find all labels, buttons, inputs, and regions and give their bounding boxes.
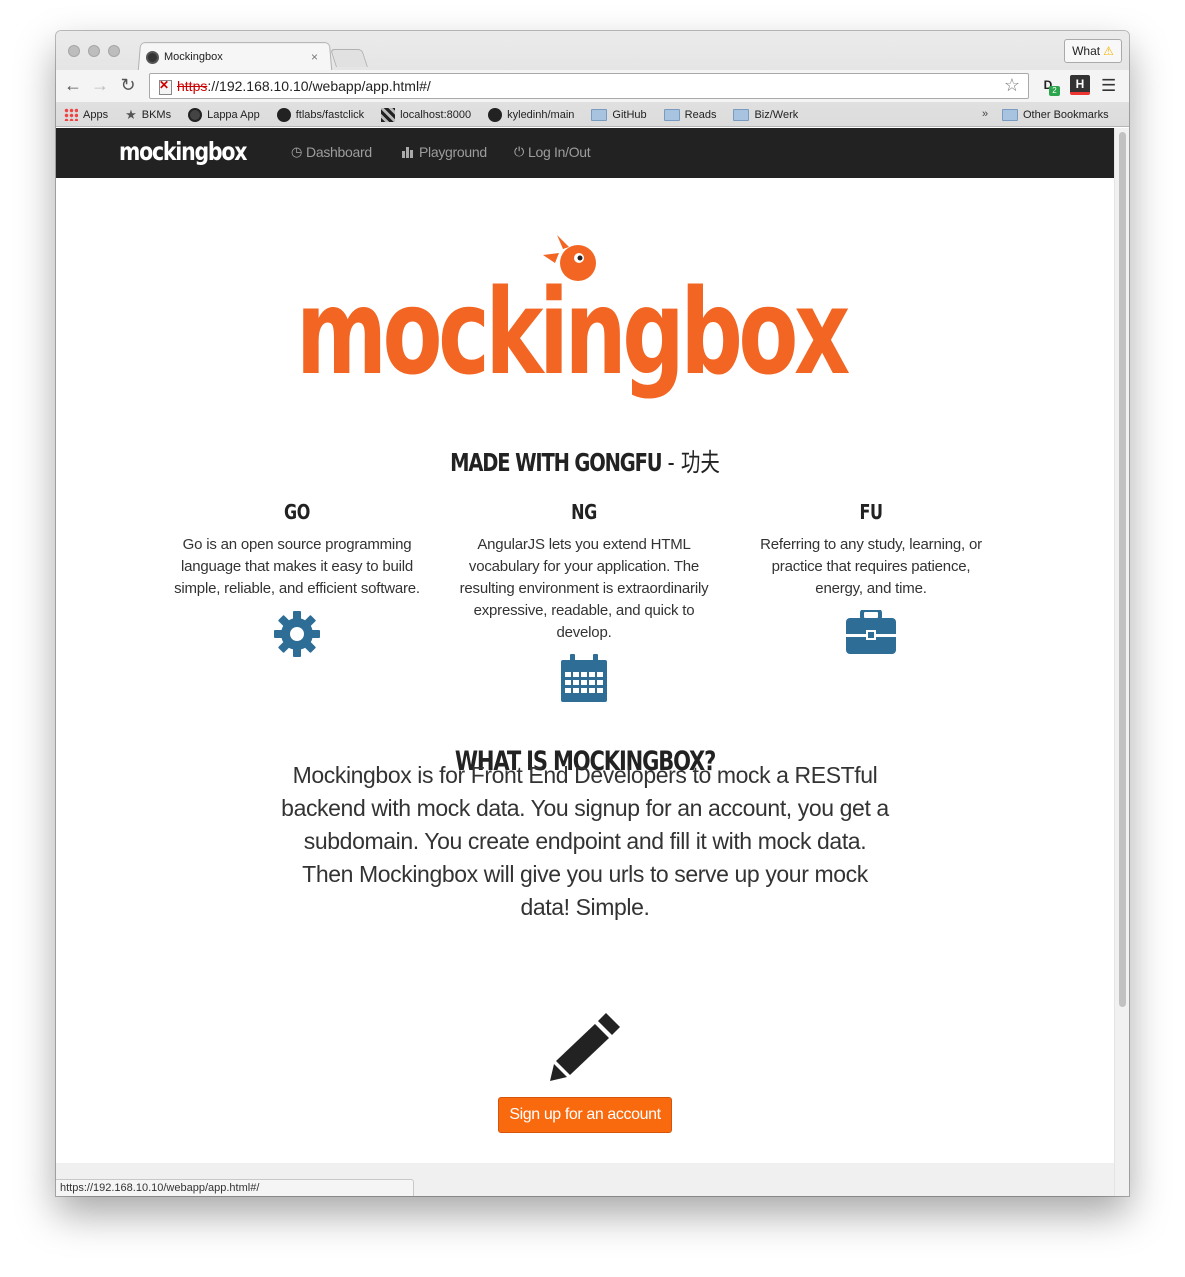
nav-label: Dashboard — [306, 144, 372, 160]
bookmarks-overflow-icon[interactable]: » — [982, 108, 988, 120]
browser-toolbar: ← → ↻ https ://192.168.10.10/webapp/app.… — [56, 70, 1129, 102]
favicon-icon — [146, 50, 159, 64]
bar-chart-icon — [402, 147, 413, 158]
bookmark-label: Lappa App — [207, 108, 260, 121]
bookmark-apps[interactable]: Apps — [64, 108, 108, 121]
dashboard-icon: ◷ — [291, 144, 303, 159]
back-arrow-icon[interactable]: ← — [63, 75, 83, 96]
bookmark-fastclick[interactable]: ftlabs/fastclick — [276, 107, 365, 122]
minimize-window-button[interactable] — [88, 45, 100, 57]
bookmark-bkms[interactable]: ★ BKMs — [125, 107, 171, 123]
bookmark-label: kyledinh/main — [507, 108, 575, 121]
bookmark-reads[interactable]: Reads — [663, 108, 717, 121]
what-button[interactable]: What ⚠ — [1064, 39, 1122, 63]
column-title: NG — [571, 500, 597, 524]
zoom-window-button[interactable] — [108, 45, 120, 57]
signup-button[interactable]: Sign up for an account — [498, 1097, 672, 1133]
bookmark-label: GitHub — [612, 108, 647, 121]
bookmark-other[interactable]: Other Bookmarks — [1002, 102, 1109, 127]
calendar-icon — [459, 654, 709, 702]
warning-icon: ⚠ — [1103, 44, 1114, 58]
column-text: AngularJS lets you extend HTML vocabular… — [459, 536, 709, 641]
gear-icon — [172, 610, 422, 658]
star-icon: ★ — [125, 106, 137, 122]
bookmark-lappa-app[interactable]: Lappa App — [188, 107, 260, 122]
column-go: GO Go is an open source programming lang… — [172, 500, 422, 658]
new-tab-button[interactable] — [330, 49, 368, 67]
pencil-icon — [550, 1013, 620, 1081]
page-scrollbar[interactable] — [1114, 128, 1129, 1196]
extension-badge: 2 — [1049, 86, 1060, 96]
browser-tab-content[interactable]: Mockingbox × — [146, 47, 326, 67]
bookmark-kyledinh[interactable]: kyledinh/main — [488, 107, 575, 122]
nav-playground[interactable]: Playground — [402, 144, 487, 160]
lappa-icon — [188, 107, 203, 122]
url-path: ://192.168.10.10/webapp/app.html#/ — [207, 78, 431, 94]
bookmark-star-icon[interactable]: ☆ — [1004, 75, 1020, 96]
bookmark-label: Reads — [684, 108, 717, 121]
bookmark-localhost[interactable]: localhost:8000 — [381, 107, 472, 122]
url-scheme: https — [177, 78, 208, 94]
bookmark-label: Other Bookmarks — [1023, 108, 1109, 121]
column-fu: FU Referring to any study, learning, or … — [746, 500, 996, 654]
insecure-lock-icon — [158, 78, 172, 95]
address-bar[interactable]: https ://192.168.10.10/webapp/app.html#/… — [149, 73, 1029, 99]
browser-chrome: Mockingbox × What ⚠ ← → ↻ https ://192.1… — [56, 31, 1129, 127]
page-viewport: mockingbox ◷ Dashboard Playground ⏻ Log In… — [56, 128, 1114, 1196]
menu-icon[interactable]: ☰ — [1101, 76, 1116, 96]
status-bar: https://192.168.10.10/webapp/app.html#/ — [56, 1179, 414, 1196]
bookmark-label: ftlabs/fastclick — [295, 108, 365, 121]
nav-login[interactable]: ⏻ Log In/Out — [514, 144, 591, 160]
what-label: What — [1072, 44, 1101, 58]
about-text: Mockingbox is for Front End Developers t… — [281, 762, 889, 920]
nav-label: Playground — [419, 144, 487, 160]
briefcase-icon — [746, 610, 996, 654]
tab-title: Mockingbox — [164, 51, 223, 63]
nav-label: Log In/Out — [527, 144, 591, 160]
bookmark-label: Apps — [83, 108, 109, 121]
power-icon: ⏻ — [514, 144, 524, 159]
column-text: Referring to any study, learning, or pra… — [760, 536, 982, 597]
bookmarks-bar: Apps ★ BKMs Lappa App ftlabs/fastclick lo… — [56, 102, 1129, 127]
close-window-button[interactable] — [68, 45, 80, 57]
extension-h-icon[interactable]: H — [1070, 75, 1090, 95]
tab-close-icon[interactable]: × — [311, 50, 318, 64]
gongfu-title: MADE WITH GONGFU - 功夫 — [172, 443, 997, 479]
column-title: FU — [859, 500, 883, 524]
folder-icon — [591, 108, 608, 121]
column-text: Go is an open source programming languag… — [174, 536, 420, 597]
pixel-icon — [381, 107, 396, 122]
gongfu-title-text: MADE WITH GONGFU — [450, 448, 662, 477]
folder-icon — [1002, 108, 1018, 121]
folder-icon — [663, 108, 680, 121]
scrollbar-thumb[interactable] — [1119, 132, 1126, 1007]
apps-grid-icon — [64, 108, 78, 121]
bookmark-label: Biz/Werk — [754, 108, 799, 121]
reload-icon[interactable]: ↻ — [118, 75, 138, 96]
navbar-brand[interactable]: mockingbox — [119, 137, 247, 166]
hero-logo: mockingbox — [296, 263, 850, 401]
gongfu-subtitle: - 功夫 — [661, 448, 720, 477]
bookmark-github[interactable]: GitHub — [591, 108, 647, 121]
github-icon — [488, 107, 503, 122]
github-icon — [276, 107, 291, 122]
column-ng: NG AngularJS lets you extend HTML vocabu… — [459, 500, 709, 702]
site-navbar: mockingbox ◷ Dashboard Playground ⏻ Log In… — [56, 128, 1114, 178]
nav-dashboard[interactable]: ◷ Dashboard — [291, 144, 372, 160]
bookmark-label: BKMs — [141, 108, 172, 121]
bookmark-label: localhost:8000 — [400, 108, 472, 121]
bookmark-biz-werk[interactable]: Biz/Werk — [733, 108, 799, 121]
column-title: GO — [284, 500, 310, 524]
folder-icon — [733, 108, 750, 121]
forward-arrow-icon[interactable]: → — [90, 75, 110, 96]
browser-window: Mockingbox × What ⚠ ← → ↻ https ://192.1… — [56, 31, 1129, 1196]
